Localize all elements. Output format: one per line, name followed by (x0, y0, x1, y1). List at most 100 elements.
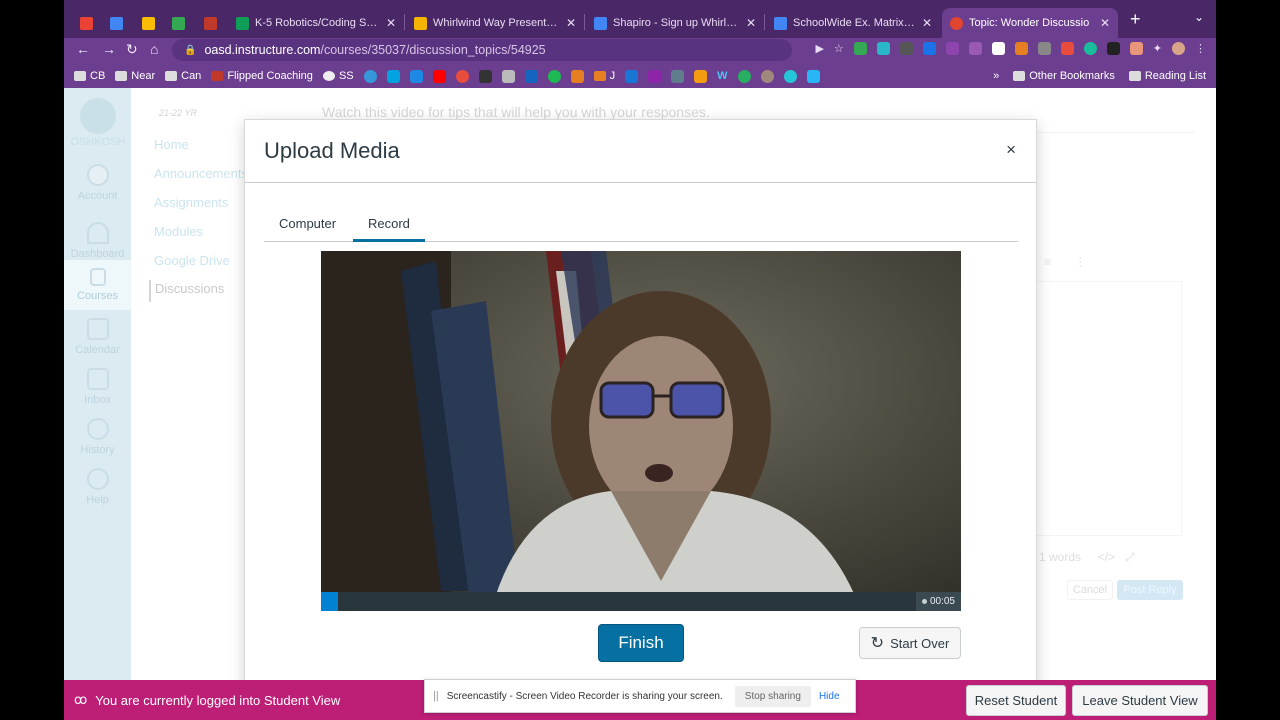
spotify-icon[interactable] (547, 69, 561, 83)
hide-notice-button[interactable]: Hide (819, 691, 840, 702)
tab-robotics[interactable]: K-5 Robotics/Coding Scope ✕ (228, 8, 404, 38)
tab-wonder-discussion[interactable]: Topic: Wonder Discussio ✕ (942, 8, 1118, 38)
extension-icon[interactable] (1106, 42, 1120, 55)
extension-icon[interactable] (853, 42, 867, 55)
bookmark-link[interactable]: Flipped Coaching (211, 70, 313, 82)
tab-whirlwind[interactable]: Whirlwind Way Presentation ✕ (406, 8, 584, 38)
folder-icon (165, 71, 178, 81)
modal-header: Upload Media × (245, 120, 1036, 183)
forward-icon[interactable]: → (102, 41, 116, 57)
bookmark-icon[interactable] (455, 69, 469, 83)
tab-gmail[interactable] (72, 8, 98, 38)
tab-title: SchoolWide Ex. Matrix - Goo (793, 17, 916, 29)
extension-icon[interactable] (1014, 42, 1028, 55)
bookmark-star-icon[interactable]: ☆ (834, 42, 844, 55)
tab-app[interactable] (196, 8, 222, 38)
close-tab-icon[interactable]: ✕ (746, 16, 756, 30)
browser-window: K-5 Robotics/Coding Scope ✕ Whirlwind Wa… (64, 0, 1216, 720)
bookmark-icon[interactable] (760, 69, 774, 83)
start-over-button[interactable]: ↻ Start Over (859, 627, 961, 659)
extension-icon[interactable] (1129, 42, 1143, 55)
bookmarks-overflow-button[interactable]: » (993, 70, 999, 82)
extension-icon[interactable] (991, 42, 1005, 55)
extension-icon[interactable] (1060, 42, 1074, 55)
upload-media-modal: Upload Media × Computer Record 00:05 Fin… (244, 119, 1037, 699)
bookmark-icon[interactable] (625, 69, 639, 83)
close-tab-icon[interactable]: ✕ (922, 16, 932, 30)
recording-dot-icon (921, 599, 927, 604)
bookmark-link[interactable]: SS (322, 70, 354, 82)
bookmark-icon[interactable] (806, 69, 820, 83)
bookmark-link[interactable]: J (593, 70, 615, 82)
webcam-frame-illustration (321, 251, 961, 611)
bookmark-icon (211, 71, 224, 81)
address-bar[interactable]: 🔒 oasd.instructure.com/courses/35037/dis… (172, 39, 792, 61)
extension-icon[interactable] (1037, 42, 1051, 55)
slides-icon (414, 16, 427, 30)
home-icon[interactable]: ⌂ (150, 41, 158, 57)
lock-icon: 🔒 (184, 44, 197, 56)
bookmark-icon[interactable] (524, 69, 538, 83)
leave-student-view-button[interactable]: Leave Student View (1072, 685, 1208, 716)
reset-student-button[interactable]: Reset Student (966, 685, 1066, 716)
bookmark-icon[interactable] (570, 69, 584, 83)
tab-record[interactable]: Record (353, 212, 425, 242)
folder-icon (115, 71, 128, 81)
bookmark-icon[interactable] (671, 69, 685, 83)
extension-icon[interactable] (922, 42, 936, 55)
extensions-puzzle-icon[interactable]: ✦ (1153, 42, 1162, 55)
tab-computer[interactable]: Computer (264, 212, 351, 242)
bookmark-icon[interactable] (478, 69, 492, 83)
extension-icon[interactable] (876, 42, 890, 55)
globe-icon (322, 71, 335, 81)
reload-icon[interactable]: ↻ (126, 41, 138, 58)
bookmark-icon[interactable] (783, 69, 797, 83)
url-text: oasd.instructure.com/courses/35037/discu… (204, 43, 546, 57)
bookmark-icon[interactable] (694, 69, 708, 83)
progress-fill (321, 592, 339, 611)
bookmark-icon[interactable] (363, 69, 377, 83)
extension-icon[interactable] (1083, 42, 1097, 55)
bookmark-icon[interactable] (409, 69, 423, 83)
tab-shapiro[interactable]: Shapiro - Sign up Whirlwind ✕ (586, 8, 764, 38)
menu-dots-icon[interactable]: ⋮ (1195, 42, 1206, 55)
drag-handle-icon[interactable]: || (433, 690, 439, 702)
tab-search-icon[interactable]: ⌄ (1194, 10, 1204, 24)
youtube-icon[interactable] (432, 69, 446, 83)
back-icon[interactable]: ← (76, 41, 90, 57)
extension-icon[interactable] (968, 42, 982, 55)
bookmark-icon (593, 71, 606, 81)
extension-icon[interactable] (945, 42, 959, 55)
bookmark-folder[interactable]: Near (115, 70, 155, 82)
student-view-message: ꝏ You are currently logged into Student … (74, 692, 341, 708)
finish-button[interactable]: Finish (598, 624, 684, 662)
camera-icon[interactable]: ▶ (815, 42, 823, 55)
student-view-icon: ꝏ (74, 692, 88, 707)
tab-drive[interactable] (164, 8, 190, 38)
bookmark-icon[interactable] (501, 69, 515, 83)
close-icon[interactable]: × (1006, 140, 1016, 160)
profile-avatar[interactable] (1172, 42, 1185, 55)
stop-sharing-button[interactable]: Stop sharing (734, 685, 811, 707)
tab-title: Shapiro - Sign up Whirlwind (613, 17, 740, 29)
close-tab-icon[interactable]: ✕ (1100, 16, 1110, 30)
extension-icon[interactable] (899, 42, 913, 55)
bookmark-link[interactable]: W (717, 70, 727, 82)
bookmark-icon[interactable] (737, 69, 751, 83)
recording-progress-bar[interactable]: 00:05 (321, 592, 961, 611)
other-bookmarks-folder[interactable]: Other Bookmarks (1013, 70, 1115, 82)
close-tab-icon[interactable]: ✕ (386, 16, 396, 30)
close-tab-icon[interactable]: ✕ (566, 16, 576, 30)
reading-list-button[interactable]: Reading List (1128, 70, 1206, 82)
tab-schoolwide[interactable]: SchoolWide Ex. Matrix - Goo ✕ (766, 8, 940, 38)
new-tab-button[interactable]: + (1130, 9, 1141, 30)
docs-icon (594, 16, 607, 30)
bookmark-folder[interactable]: CB (74, 70, 105, 82)
drive-icon (172, 16, 185, 30)
tab-calendar[interactable] (102, 8, 128, 38)
bookmark-icon[interactable] (648, 69, 662, 83)
tab-slides[interactable] (134, 8, 160, 38)
slides-icon (142, 16, 155, 30)
bookmark-folder[interactable]: Can (165, 70, 201, 82)
bookmark-icon[interactable] (386, 69, 400, 83)
